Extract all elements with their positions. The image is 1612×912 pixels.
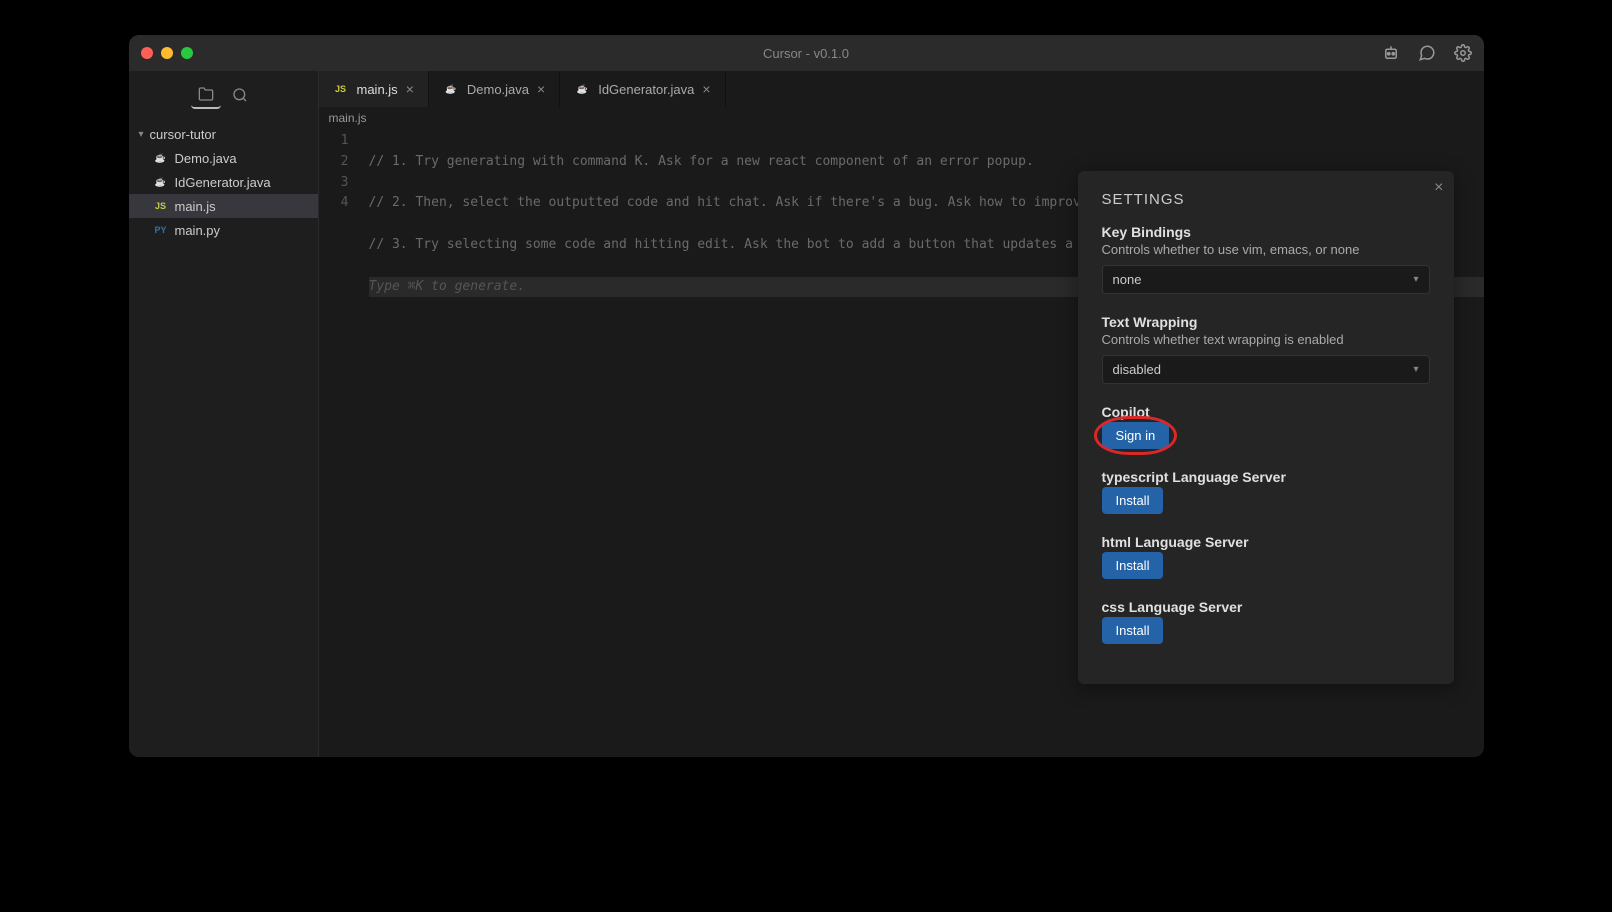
- settings-icon[interactable]: [1454, 44, 1472, 62]
- app-window: Cursor - v0.1.0 ▾ cursor-tutor: [129, 35, 1484, 757]
- settings-title: SETTINGS: [1102, 191, 1430, 208]
- editor-tab[interactable]: JS main.js ×: [319, 71, 429, 107]
- search-tab[interactable]: [225, 81, 255, 109]
- sidebar: ▾ cursor-tutor ☕ Demo.java ☕ IdGenerator…: [129, 71, 319, 757]
- editor-tab[interactable]: ☕ IdGenerator.java ×: [560, 71, 725, 107]
- project-root[interactable]: ▾ cursor-tutor: [129, 123, 318, 146]
- window-title: Cursor - v0.1.0: [763, 46, 849, 61]
- explorer-tab[interactable]: [191, 81, 221, 109]
- install-ts-button[interactable]: Install: [1102, 487, 1164, 514]
- file-name: IdGenerator.java: [175, 175, 271, 190]
- file-name: main.js: [175, 199, 216, 214]
- line-gutter: 1 2 3 4: [319, 131, 369, 339]
- titlebar: Cursor - v0.1.0: [129, 35, 1484, 71]
- setting-label: html Language Server: [1102, 534, 1430, 550]
- file-tree: ▾ cursor-tutor ☕ Demo.java ☕ IdGenerator…: [129, 119, 318, 246]
- maximize-window-button[interactable]: [181, 47, 193, 59]
- setting-key-bindings: Key Bindings Controls whether to use vim…: [1102, 224, 1430, 294]
- editor-tabs: JS main.js × ☕ Demo.java × ☕ IdGenerator…: [319, 71, 1484, 107]
- file-tree-item[interactable]: ☕ IdGenerator.java: [129, 170, 318, 194]
- setting-label: Copilot: [1102, 404, 1430, 420]
- setting-copilot: Copilot Sign in: [1102, 404, 1430, 449]
- generate-hint: Type ⌘K to generate.: [369, 279, 526, 294]
- setting-label: css Language Server: [1102, 599, 1430, 615]
- setting-label: Text Wrapping: [1102, 314, 1430, 330]
- java-icon: ☕: [153, 150, 169, 166]
- tab-label: IdGenerator.java: [598, 82, 694, 97]
- dropdown-icon: ▾: [1413, 274, 1418, 285]
- setting-description: Controls whether to use vim, emacs, or n…: [1102, 242, 1430, 257]
- editor-tab[interactable]: ☕ Demo.java ×: [429, 71, 560, 107]
- editor-area: JS main.js × ☕ Demo.java × ☕ IdGenerator…: [319, 71, 1484, 757]
- code-line: // 1. Try generating with command K. Ask…: [369, 152, 1484, 173]
- setting-description: Controls whether text wrapping is enable…: [1102, 332, 1430, 347]
- file-tree-item[interactable]: ☕ Demo.java: [129, 146, 318, 170]
- settings-panel: × SETTINGS Key Bindings Controls whether…: [1078, 171, 1454, 684]
- file-name: main.py: [175, 223, 221, 238]
- key-bindings-select[interactable]: none ▾: [1102, 265, 1430, 294]
- close-settings-icon[interactable]: ×: [1434, 179, 1443, 197]
- java-icon: ☕: [153, 174, 169, 190]
- install-css-button[interactable]: Install: [1102, 617, 1164, 644]
- traffic-lights: [141, 47, 193, 59]
- minimize-window-button[interactable]: [161, 47, 173, 59]
- py-icon: PY: [153, 222, 169, 238]
- tab-label: main.js: [357, 82, 398, 97]
- js-icon: JS: [333, 81, 349, 97]
- close-window-button[interactable]: [141, 47, 153, 59]
- file-tree-item[interactable]: JS main.js: [129, 194, 318, 218]
- setting-ts-server: typescript Language Server Install: [1102, 469, 1430, 514]
- line-number: 1: [319, 131, 349, 152]
- setting-html-server: html Language Server Install: [1102, 534, 1430, 579]
- setting-label: typescript Language Server: [1102, 469, 1430, 485]
- close-tab-icon[interactable]: ×: [537, 81, 545, 97]
- project-name: cursor-tutor: [150, 127, 216, 142]
- body: ▾ cursor-tutor ☕ Demo.java ☕ IdGenerator…: [129, 71, 1484, 757]
- line-number: 4: [319, 193, 349, 214]
- copilot-sign-in-button[interactable]: Sign in: [1102, 422, 1170, 449]
- java-icon: ☕: [574, 81, 590, 97]
- text-wrapping-select[interactable]: disabled ▾: [1102, 355, 1430, 384]
- setting-text-wrapping: Text Wrapping Controls whether text wrap…: [1102, 314, 1430, 384]
- java-icon: ☕: [443, 81, 459, 97]
- breadcrumb[interactable]: main.js: [319, 107, 1484, 129]
- install-html-button[interactable]: Install: [1102, 552, 1164, 579]
- file-name: Demo.java: [175, 151, 237, 166]
- file-tree-item[interactable]: PY main.py: [129, 218, 318, 242]
- js-icon: JS: [153, 198, 169, 214]
- close-tab-icon[interactable]: ×: [406, 81, 414, 97]
- titlebar-right: [1382, 44, 1472, 62]
- dropdown-icon: ▾: [1413, 364, 1418, 375]
- chevron-down-icon: ▾: [139, 129, 144, 140]
- line-number: 3: [319, 173, 349, 194]
- setting-css-server: css Language Server Install: [1102, 599, 1430, 644]
- select-value: disabled: [1113, 362, 1161, 377]
- copilot-icon[interactable]: [1382, 44, 1400, 62]
- setting-label: Key Bindings: [1102, 224, 1430, 240]
- line-number: 2: [319, 152, 349, 173]
- sidebar-tabs: [129, 71, 318, 119]
- chat-icon[interactable]: [1418, 44, 1436, 62]
- tab-label: Demo.java: [467, 82, 529, 97]
- select-value: none: [1113, 272, 1142, 287]
- close-tab-icon[interactable]: ×: [702, 81, 710, 97]
